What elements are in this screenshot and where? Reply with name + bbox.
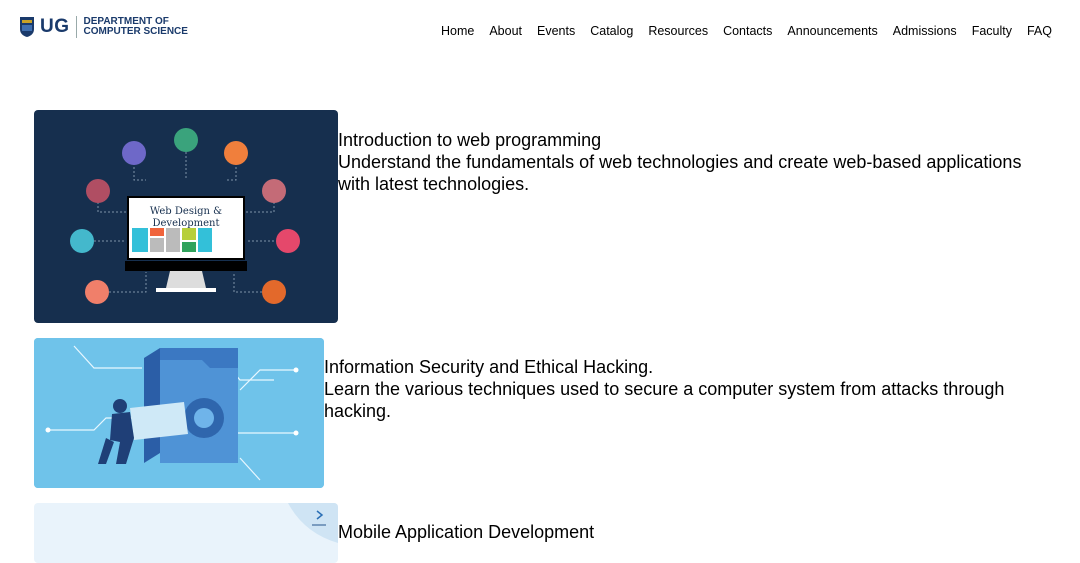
course-image-security[interactable] — [34, 338, 324, 488]
course-image-web[interactable]: Web Design & Development — [34, 110, 338, 323]
nav-resources[interactable]: Resources — [648, 24, 708, 38]
dept-line-2: COMPUTER SCIENCE — [83, 26, 188, 37]
nav-about[interactable]: About — [489, 24, 522, 38]
logo-ug-text: UG — [40, 16, 70, 37]
main-nav: Home About Events Catalog Resources Cont… — [441, 24, 1052, 38]
nav-catalog[interactable]: Catalog — [590, 24, 633, 38]
nav-faq[interactable]: FAQ — [1027, 24, 1052, 38]
web-image-caption-line-2: Development — [152, 218, 220, 229]
course-desc-web: Understand the fundamentals of web techn… — [338, 152, 1022, 194]
web-image-caption: Web Design & Development — [146, 206, 226, 230]
course-title-security[interactable]: Information Security and Ethical Hacking… — [324, 356, 1044, 378]
nav-faculty[interactable]: Faculty — [972, 24, 1012, 38]
nav-contacts[interactable]: Contacts — [723, 24, 772, 38]
department-name: DEPARTMENT OF COMPUTER SCIENCE — [84, 17, 188, 37]
course-text-security: Information Security and Ethical Hacking… — [324, 356, 1044, 422]
logo-divider — [75, 16, 77, 38]
crest-icon — [20, 17, 34, 37]
site-logo[interactable]: UG DEPARTMENT OF COMPUTER SCIENCE — [19, 16, 188, 38]
site-header: UG DEPARTMENT OF COMPUTER SCIENCE Home A… — [0, 0, 1080, 62]
nav-home[interactable]: Home — [441, 24, 474, 38]
mobile-illustration — [288, 503, 338, 543]
web-image-caption-line-1: Web Design & — [149, 206, 223, 217]
nav-events[interactable]: Events — [537, 24, 575, 38]
nav-announcements[interactable]: Announcements — [787, 24, 877, 38]
security-illustration — [34, 338, 324, 488]
course-desc-security: Learn the various techniques used to sec… — [324, 379, 1005, 421]
course-text-mobile: Mobile Application Development — [338, 521, 1048, 543]
course-title-web[interactable]: Introduction to web programming — [338, 129, 1048, 151]
course-title-mobile[interactable]: Mobile Application Development — [338, 521, 1048, 543]
course-image-mobile[interactable] — [34, 503, 338, 563]
course-text-web: Introduction to web programming Understa… — [338, 129, 1048, 195]
nav-admissions[interactable]: Admissions — [893, 24, 957, 38]
